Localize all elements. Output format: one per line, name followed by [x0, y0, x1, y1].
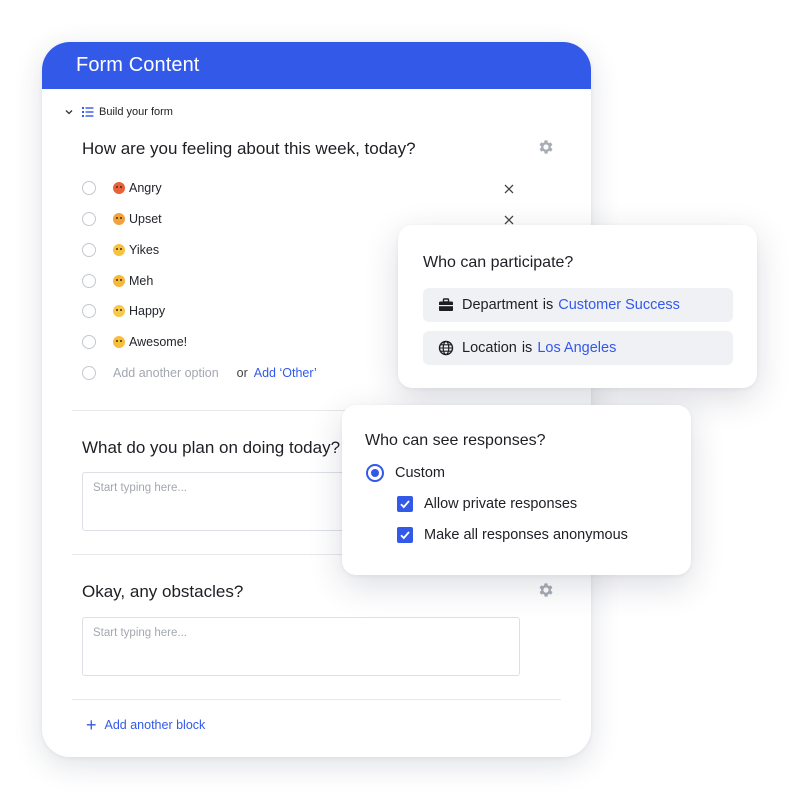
- rule-field: Location: [462, 340, 517, 356]
- answer-textarea[interactable]: Start typing here...: [82, 617, 520, 676]
- list-item[interactable]: Happy: [82, 301, 165, 321]
- radio-selected[interactable]: [366, 464, 384, 482]
- checkbox-checked-icon[interactable]: [397, 496, 413, 512]
- radio-button[interactable]: [82, 243, 96, 257]
- option-label[interactable]: Angry: [129, 181, 162, 195]
- gear-icon[interactable]: [537, 138, 555, 156]
- rule-field: Department: [462, 297, 538, 313]
- list-item[interactable]: Awesome!: [82, 332, 187, 352]
- divider: [72, 699, 561, 700]
- rule-operator: is: [542, 297, 554, 313]
- emoji-happy-icon: [113, 305, 125, 317]
- custom-radio[interactable]: Custom: [366, 464, 445, 482]
- panel-title: Who can participate?: [423, 254, 574, 271]
- option-label[interactable]: Awesome!: [129, 335, 187, 349]
- radio-button[interactable]: [82, 212, 96, 226]
- checkbox-checked-icon[interactable]: [397, 527, 413, 543]
- add-option-input[interactable]: Add another option: [113, 366, 219, 380]
- emoji-upset-icon: [113, 213, 125, 225]
- close-icon[interactable]: [503, 213, 515, 225]
- section-label: Build your form: [99, 106, 173, 118]
- gear-icon[interactable]: [537, 581, 555, 599]
- globe-icon: [438, 340, 454, 356]
- emoji-yikes-icon: [113, 244, 125, 256]
- list-item[interactable]: Meh: [82, 271, 153, 291]
- radio-button[interactable]: [82, 335, 96, 349]
- radio-button[interactable]: [82, 274, 96, 288]
- emoji-meh-icon: [113, 275, 125, 287]
- chevron-down-icon[interactable]: [64, 107, 74, 117]
- rule-value[interactable]: Los Angeles: [537, 340, 616, 356]
- option-label[interactable]: Happy: [129, 304, 165, 318]
- custom-label: Custom: [395, 465, 445, 481]
- form-card: Form Content Build your form How are you…: [42, 42, 591, 757]
- option-label[interactable]: Upset: [129, 212, 162, 226]
- form-header: Form Content: [42, 42, 591, 89]
- plus-icon: +: [86, 715, 97, 735]
- add-block-label: Add another block: [104, 718, 206, 732]
- list-item[interactable]: Upset: [82, 209, 162, 229]
- briefcase-icon: [438, 297, 454, 313]
- radio-button: [82, 366, 96, 380]
- list-icon: [82, 106, 94, 118]
- question-title[interactable]: What do you plan on doing today?: [82, 438, 340, 458]
- anonymous-label: Make all responses anonymous: [424, 527, 628, 543]
- anonymous-checkbox[interactable]: Make all responses anonymous: [397, 527, 628, 543]
- add-block-button[interactable]: + Add another block: [86, 715, 206, 735]
- list-item[interactable]: Angry: [82, 178, 162, 198]
- close-icon[interactable]: [503, 182, 515, 194]
- build-form-toggle[interactable]: Build your form: [64, 104, 173, 120]
- emoji-awesome-icon: [113, 336, 125, 348]
- radio-button[interactable]: [82, 181, 96, 195]
- radio-button[interactable]: [82, 304, 96, 318]
- rule-value[interactable]: Customer Success: [558, 297, 680, 313]
- question-title[interactable]: How are you feeling about this week, tod…: [82, 139, 416, 159]
- or-text: or: [236, 366, 248, 380]
- add-other-link[interactable]: Add ‘Other’: [254, 366, 317, 380]
- option-label[interactable]: Yikes: [129, 243, 159, 257]
- add-option-row: Add another option or Add ‘Other’: [82, 363, 317, 383]
- list-item[interactable]: Yikes: [82, 240, 159, 260]
- option-label[interactable]: Meh: [129, 274, 153, 288]
- rule-location[interactable]: Location is Los Angeles: [423, 331, 733, 365]
- participate-panel: Who can participate? Department is Custo…: [398, 225, 757, 388]
- allow-private-checkbox[interactable]: Allow private responses: [397, 496, 577, 512]
- responses-panel: Who can see responses? Custom Allow priv…: [342, 405, 691, 575]
- question-title[interactable]: Okay, any obstacles?: [82, 582, 243, 602]
- allow-private-label: Allow private responses: [424, 496, 578, 512]
- panel-title: Who can see responses?: [365, 432, 546, 449]
- rule-operator: is: [521, 340, 533, 356]
- emoji-angry-icon: [113, 182, 125, 194]
- rule-department[interactable]: Department is Customer Success: [423, 288, 733, 322]
